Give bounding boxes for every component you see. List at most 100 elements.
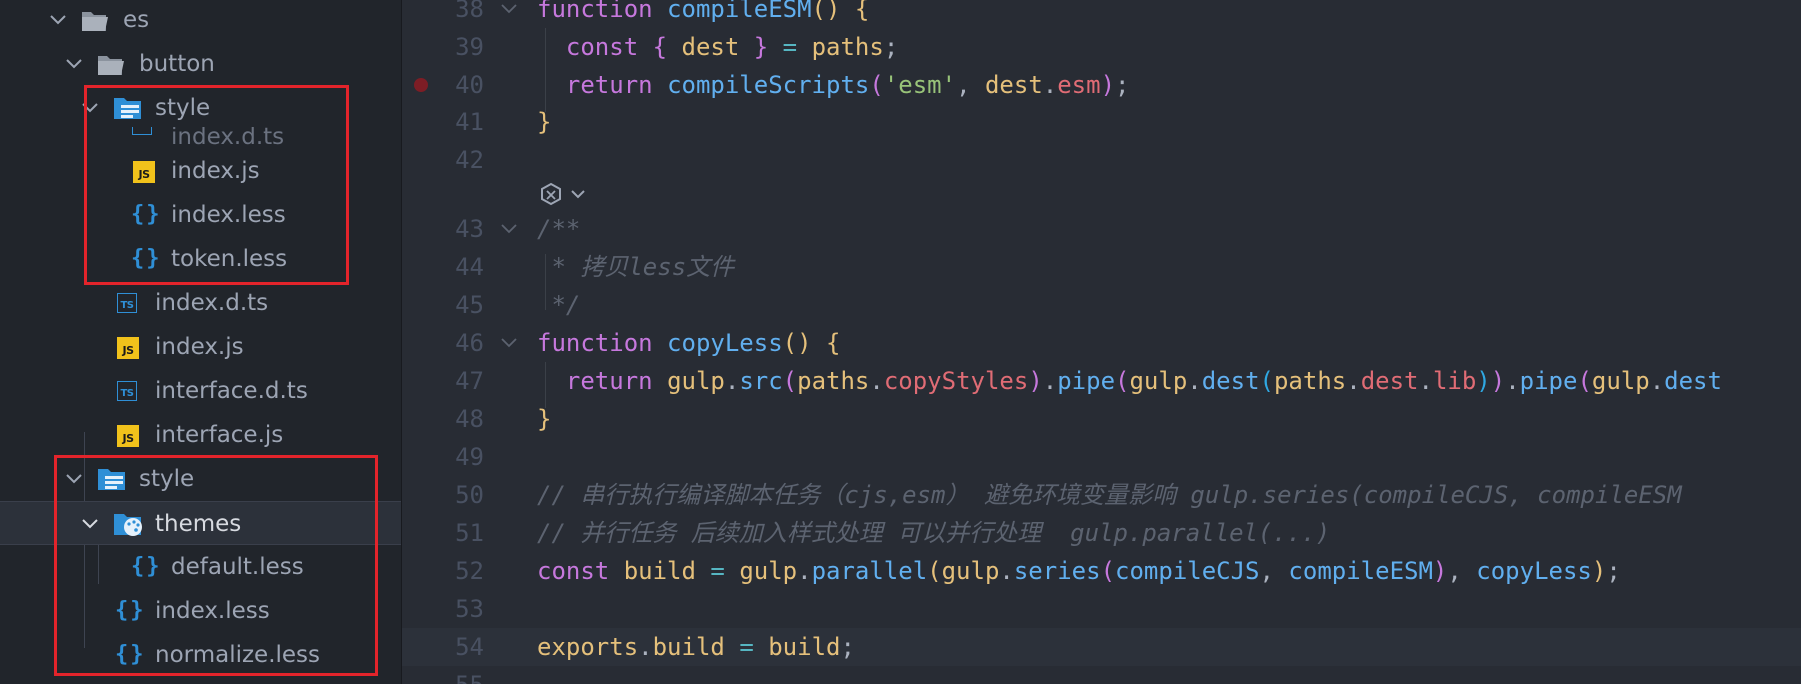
tree-item-label: index.less	[155, 598, 270, 624]
tree-file-default-less[interactable]: {} default.less	[0, 545, 401, 589]
line-number: 41	[455, 108, 484, 136]
code-editor[interactable]: 38 function compileESM() {39 const { dest…	[402, 0, 1801, 684]
code-line[interactable]: 42	[402, 141, 1801, 179]
tree-item-label: default.less	[171, 554, 304, 580]
code-token: .	[724, 367, 740, 395]
code-token: ;	[883, 33, 899, 61]
code-token: */	[537, 291, 581, 319]
code-token: build	[623, 557, 696, 585]
code-text: function compileESM() {	[537, 0, 869, 28]
fold-chevron-icon[interactable]	[500, 210, 520, 248]
codelens-ai-icon[interactable]	[538, 180, 598, 210]
chevron-down-icon	[78, 502, 102, 546]
code-line[interactable]: 47 return gulp.src(paths.copyStyles).pip…	[402, 362, 1801, 400]
code-line[interactable]: 43 /**	[402, 210, 1801, 248]
less-file-icon: {}	[115, 598, 146, 623]
tree-folder-button[interactable]: button	[0, 42, 401, 86]
tree-item-label: style	[139, 466, 195, 492]
tree-item-label: interface.js	[155, 422, 284, 448]
tree-item-label: button	[139, 51, 215, 77]
code-token: (	[927, 557, 942, 585]
code-token: =	[710, 557, 725, 585]
code-text: return gulp.src(paths.copyStyles).pipe(g…	[537, 362, 1722, 400]
code-token: compileCJS	[1115, 557, 1260, 585]
tree-item-label: index.js	[171, 158, 260, 184]
code-token: src	[739, 367, 783, 395]
code-token: {	[652, 33, 668, 61]
tree-file-index-less[interactable]: {} index.less	[0, 589, 401, 633]
line-number: 40	[455, 71, 484, 99]
tree-file-interface-js[interactable]: JS interface.js	[0, 413, 401, 457]
style-folder-icon	[96, 457, 125, 501]
tree-folder-themes[interactable]: themes	[0, 501, 401, 545]
chevron-down-icon	[62, 457, 86, 501]
chevron-down-icon	[46, 0, 70, 42]
code-text: /**	[537, 210, 580, 248]
line-number: 45	[455, 291, 484, 319]
line-number: 53	[455, 595, 484, 623]
code-token: pipe	[1057, 367, 1116, 395]
code-token: (	[782, 367, 798, 395]
tree-file-index-js[interactable]: JS index.js	[0, 325, 401, 369]
tree-folder-style[interactable]: style	[0, 86, 401, 130]
code-line[interactable]: 45 */	[402, 286, 1801, 324]
code-line[interactable]: 41}	[402, 103, 1801, 141]
line-number: 50	[455, 481, 484, 509]
code-line[interactable]: 54 exports.build = build;	[402, 628, 1801, 666]
code-line[interactable]: 55	[402, 666, 1801, 684]
code-token: esm	[1057, 71, 1101, 99]
tree-file-token-less[interactable]: {} token.less	[0, 237, 401, 281]
tree-file-normalize-less[interactable]: {} normalize.less	[0, 633, 401, 677]
tree-file-interface-d-ts[interactable]: TS interface.d.ts	[0, 369, 401, 413]
code-token: const	[565, 33, 639, 61]
code-line[interactable]: 52 const build = gulp.parallel(gulp.serie…	[402, 552, 1801, 590]
tree-folder-es[interactable]: es	[0, 0, 401, 42]
code-token: compileESM	[667, 0, 812, 23]
line-number: 55	[402, 666, 484, 684]
fold-chevron-icon[interactable]	[500, 324, 520, 362]
code-token: .	[1042, 71, 1058, 99]
code-token: .	[1649, 367, 1665, 395]
code-line[interactable]: 40 return compileScripts('esm', dest.esm…	[402, 66, 1801, 104]
code-token: .	[1505, 367, 1520, 395]
code-token: .	[869, 367, 884, 395]
code-text: // 串行执行编译脚本任务（cjs,esm） 避免环境变量影响 gulp.ser…	[537, 476, 1682, 514]
code-line[interactable]: 46 function copyLess() {	[402, 324, 1801, 362]
code-text: return compileScripts('esm', dest.esm);	[537, 66, 1130, 104]
tree-file-index-d-ts-partial[interactable]: index.d.ts	[0, 127, 401, 147]
code-line[interactable]: 50 // 串行执行编译脚本任务（cjs,esm） 避免环境变量影响 gulp.s…	[402, 476, 1801, 514]
code-text: const build = gulp.parallel(gulp.series(…	[537, 552, 1621, 590]
code-token: )	[1028, 367, 1043, 395]
code-line[interactable]: 38 function compileESM() {	[402, 0, 1801, 28]
code-token: .	[1346, 367, 1361, 395]
tree-file-index-d-ts[interactable]: TS index.d.ts	[0, 281, 401, 325]
code-line[interactable]: 51 // 并行任务 后续加入样式处理 可以并行处理 gulp.parallel(…	[402, 514, 1801, 552]
code-line[interactable]: 53	[402, 590, 1801, 628]
tree-folder-style[interactable]: style	[0, 457, 401, 501]
tree-file-index-less[interactable]: {} index.less	[0, 193, 401, 237]
code-token: dest	[1664, 367, 1722, 395]
tree-item-label: index.d.ts	[171, 127, 285, 147]
folder-open-icon	[96, 42, 124, 86]
tree-item-label: interface.d.ts	[155, 378, 308, 404]
style-folder-icon	[112, 86, 141, 130]
fold-chevron-icon[interactable]	[500, 0, 520, 28]
code-token: return	[565, 71, 653, 99]
palette-folder-icon	[112, 502, 142, 546]
code-token: =	[739, 633, 754, 661]
code-line[interactable]: 48}	[402, 400, 1801, 438]
code-line[interactable]: 49	[402, 438, 1801, 476]
tree-file-index-js[interactable]: JS index.js	[0, 149, 401, 193]
code-token: (	[1100, 557, 1116, 585]
folder-open-icon	[80, 0, 108, 42]
code-token: {	[826, 329, 841, 357]
code-line[interactable]: 39 const { dest } = paths;	[402, 28, 1801, 66]
code-token: // 并行任务 后续加入样式处理 可以并行处理 gulp.parallel(..…	[537, 519, 1331, 547]
code-token: }	[537, 405, 552, 433]
code-line[interactable]: 44 * 拷贝less文件	[402, 248, 1801, 286]
